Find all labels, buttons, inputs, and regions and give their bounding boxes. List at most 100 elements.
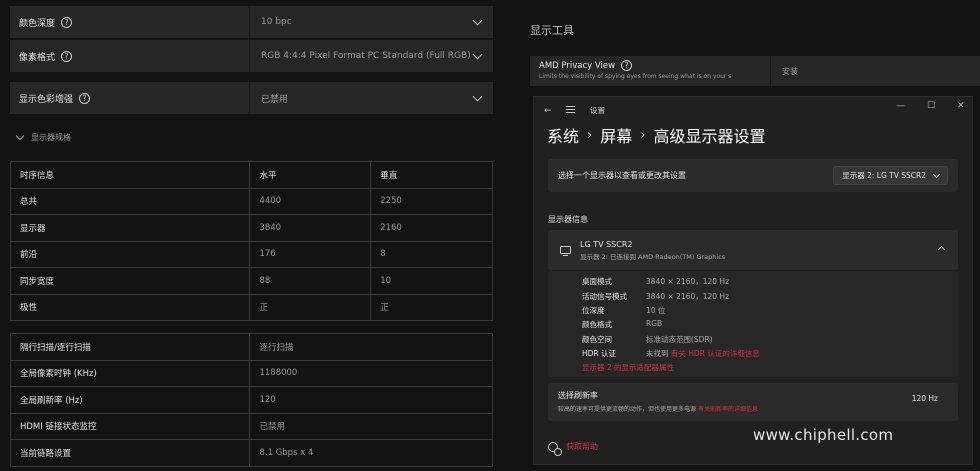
help-chat-icon — [548, 441, 562, 456]
table-row: 全局刷新率 (Hz) 120 — [9, 386, 493, 414]
display-specs-label: 显示器规格 — [31, 133, 71, 142]
hdr-info-link[interactable]: 有关 HDR 认证的详细信息 — [671, 349, 760, 358]
table-header-cell: 水平 — [249, 161, 372, 189]
display-select-prompt: 选择一个显示器以查看或更改其设置 — [558, 171, 686, 180]
table-cell: 8.1 Gbps x 4 — [249, 439, 493, 467]
timing-table: 时序信息 水平 垂直 总共 4400 2250 显示器 3840 2160 前沿 176 8… — [9, 161, 493, 321]
display-tools-title: 显示工具 — [530, 24, 574, 37]
pixel-format-value: RGB 4:4:4 Pixel Format PC Standard (Full… — [261, 51, 471, 61]
monitor-card[interactable]: LG TV SSCR2 显示器 2: 已连接到 AMD Radeon(TM) G… — [548, 230, 958, 270]
info-table: 隔行扫描/逐行扫描 逐行扫描 全局像素时钟 (KHz) 1188000 全局刷新率 … — [9, 333, 493, 467]
window-title: 设置 — [590, 106, 605, 115]
refresh-rate-dropdown[interactable]: 120 Hz — [912, 394, 938, 403]
table-cell: 全局刷新率 (Hz) — [9, 386, 251, 414]
chevron-up-icon[interactable] — [937, 245, 946, 254]
table-cell: 显示器 — [9, 214, 251, 242]
table-cell: 10 — [370, 267, 493, 295]
spec-row: 位深度 10 位 — [582, 305, 665, 316]
table-cell: 当前链路设置 — [9, 439, 251, 467]
breadcrumb-item[interactable]: 屏幕 — [600, 123, 632, 147]
chevron-down-icon[interactable] — [472, 91, 483, 101]
monitor-icon — [560, 246, 571, 256]
spec-value: 标准动态范围(SDR) — [646, 335, 713, 344]
table-cell: 120 — [249, 386, 493, 414]
close-icon[interactable]: ✕ — [957, 101, 965, 111]
color-enhance-row[interactable]: 显示色彩增强? 已禁用 — [10, 82, 493, 114]
chevron-down-icon — [932, 170, 941, 178]
display-specs-toggle[interactable]: 显示器规格 — [15, 131, 71, 143]
table-cell: 逐行扫描 — [249, 333, 493, 361]
table-cell: 已禁用 — [249, 412, 493, 440]
spec-value: 未找到 有关 HDR 认证的详细信息 — [646, 348, 760, 359]
help-icon[interactable]: ? — [61, 16, 73, 28]
refresh-rate-desc: 较高的速率可提供更流畅的动作，但也使用更多电源 有关刷新率的详细信息 — [558, 404, 948, 413]
chevron-down-icon[interactable] — [472, 49, 483, 59]
refresh-rate-title: 选择刷新率 — [558, 391, 598, 400]
watermark: www.chiphell.com — [753, 426, 894, 444]
back-arrow-icon[interactable]: ← — [544, 106, 552, 116]
help-icon[interactable]: ? — [61, 50, 73, 62]
refresh-rate-desc-text: 较高的速率可提供更流畅的动作，但也使用更多电源 — [558, 406, 697, 413]
table-header-cell: 时序信息 — [9, 161, 251, 189]
breadcrumb-item[interactable]: 系统 — [547, 123, 579, 147]
table-cell: 2250 — [370, 187, 493, 215]
table-cell: 正 — [370, 293, 493, 321]
pixel-format-label: 像素格式 — [19, 52, 56, 63]
table-row: 当前链路设置 8.1 Gbps x 4 — [9, 439, 493, 467]
table-cell: 1188000 — [249, 359, 493, 387]
table-cell: 88 — [249, 267, 372, 295]
color-depth-row[interactable]: 颜色深度? 10 bpc — [10, 6, 493, 38]
spec-row: 桌面模式 3840 × 2160，120 Hz — [582, 276, 729, 287]
spec-key: 桌面模式 — [582, 277, 612, 286]
install-button[interactable]: 安装 — [771, 56, 798, 86]
breadcrumb-current: 高级显示器设置 — [653, 127, 766, 146]
table-cell: 8 — [370, 240, 493, 268]
privacy-view-desc: Limits the visibility of spying eyes fro… — [539, 73, 732, 80]
refresh-rate-row: 选择刷新率 较高的速率可提供更流畅的动作，但也使用更多电源 有关刷新率的详细信息… — [548, 383, 958, 421]
maximize-icon[interactable]: ☐ — [927, 101, 935, 111]
table-cell: 4400 — [249, 187, 372, 215]
table-row: 前沿 176 8 — [9, 240, 493, 268]
display-select-value: 显示器 2: LG TV SSCR2 — [842, 171, 926, 180]
get-help-link[interactable]: 获取帮助 — [548, 441, 598, 456]
minimize-icon[interactable]: — — [896, 101, 905, 111]
spec-row: 活动信号模式 3840 × 2160，120 Hz — [582, 291, 729, 302]
help-icon[interactable]: ? — [621, 60, 633, 71]
spec-value: 3840 × 2160，120 Hz — [646, 277, 730, 286]
spec-row: HDR 认证 未找到 有关 HDR 认证的详细信息 — [582, 348, 760, 359]
monitor-subtitle: 显示器 2: 已连接到 AMD Radeon(TM) Graphics — [580, 252, 726, 261]
color-enhance-label: 显示色彩增强 — [19, 94, 74, 105]
spec-key: HDR 认证 — [582, 349, 617, 358]
settings-window: ← 设置 — ☐ ✕ 系统 › 屏幕 › 高级显示器设置 选择一个显示器以查看或… — [533, 96, 973, 465]
get-help-label: 获取帮助 — [566, 442, 598, 451]
refresh-info-link[interactable]: 有关刷新率的详细信息 — [698, 406, 758, 413]
hamburger-menu-icon[interactable] — [566, 106, 575, 115]
table-cell: 同步宽度 — [9, 267, 251, 295]
adapter-properties-link[interactable]: 显示器 2 的显示适配器属性 — [582, 362, 674, 373]
spec-value: RGB — [646, 319, 663, 328]
display-info-header: 显示器信息 — [548, 215, 588, 224]
privacy-view-title: AMD Privacy View — [539, 60, 616, 71]
monitor-specs: 桌面模式 3840 × 2160，120 Hz 活动信号模式 3840 × 2160… — [548, 271, 958, 377]
spec-row: 颜色空间 标准动态范围(SDR) — [582, 334, 713, 345]
display-select-dropdown[interactable]: 显示器 2: LG TV SSCR2 — [833, 166, 948, 185]
help-icon[interactable]: ? — [79, 92, 91, 104]
table-cell: 全局像素时钟 (KHz) — [9, 359, 251, 387]
table-row: HDMI 链接状态监控 已禁用 — [9, 412, 493, 440]
table-cell: HDMI 链接状态监控 — [9, 412, 251, 440]
table-cell: 2160 — [370, 214, 493, 242]
display-select-row: 选择一个显示器以查看或更改其设置 显示器 2: LG TV SSCR2 — [548, 159, 958, 192]
breadcrumb-separator: › — [587, 127, 593, 143]
table-cell: 正 — [249, 293, 372, 321]
color-enhance-value: 已禁用 — [261, 94, 289, 105]
table-cell: 极性 — [9, 293, 251, 321]
spec-row: 颜色格式 RGB — [582, 319, 662, 330]
color-depth-value: 10 bpc — [261, 17, 292, 27]
privacy-view-row[interactable]: AMD Privacy View? Limits the visibility … — [530, 56, 980, 86]
chevron-down-icon[interactable] — [472, 15, 483, 25]
hdr-value: 未找到 — [646, 349, 669, 358]
color-depth-label: 颜色深度 — [19, 18, 56, 29]
table-row: 全局像素时钟 (KHz) 1188000 — [9, 359, 493, 387]
table-cell: 3840 — [249, 214, 372, 242]
pixel-format-row[interactable]: 像素格式? RGB 4:4:4 Pixel Format PC Standard… — [10, 40, 493, 72]
